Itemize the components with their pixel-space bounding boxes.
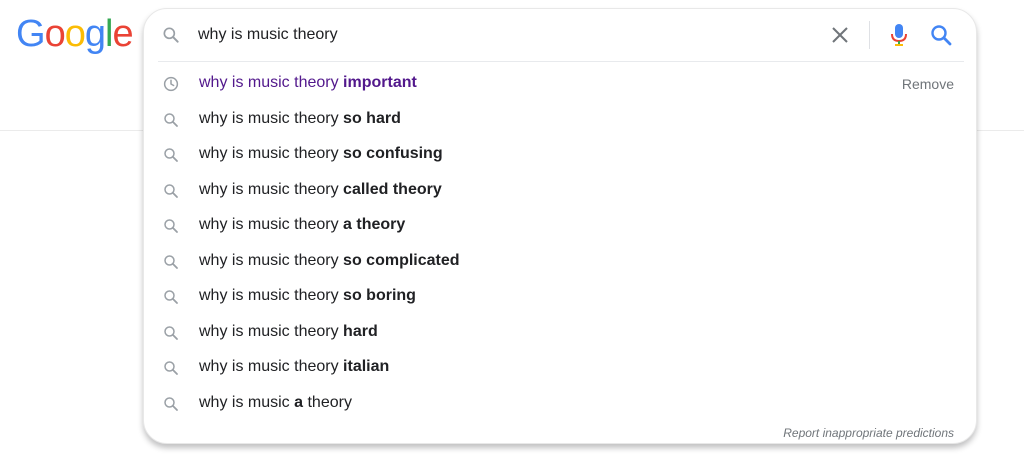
suggestion-item[interactable]: why is music theory so boring [144,279,976,315]
search-icon [164,325,178,340]
search-box: why is music theory important Remove why… [143,8,977,444]
separator [869,21,870,49]
search-icon [164,148,178,162]
search-icon [164,290,178,304]
search-bar [144,9,976,61]
suggestion-text: why is music theory called theory [199,180,442,198]
search-icon [164,396,178,411]
suggestion-item[interactable]: why is music theory italian [144,350,976,386]
logo-letter: o [64,13,86,55]
remove-link[interactable]: Remove [902,76,954,92]
suggestion-item[interactable]: why is music theory so confusing [144,137,976,173]
logo-letter: o [44,13,66,55]
logo-letter: G [16,13,46,55]
search-results-page: Google why is music theory why is music … [0,0,1024,455]
suggestion-item[interactable]: why is music theory so complicated [144,244,976,280]
search-icon [164,254,178,269]
suggestion-item[interactable]: why is music theory so hard [144,102,976,138]
suggestion-text: why is music a theory [199,393,352,411]
suggestion-item[interactable]: why is music a theory [144,386,976,422]
suggestion-text: why is music theory italian [199,358,390,375]
suggestion-item[interactable]: why is music theory hard [144,315,976,351]
suggestion-list: why is music theory important Remove why… [144,66,976,421]
close-icon[interactable] [828,23,852,47]
suggestion-item[interactable]: why is music theory a theory [144,208,976,244]
search-icon [164,112,178,127]
logo-letter: e [112,13,133,55]
search-icon [164,219,178,233]
suggestion-text: why is music theory hard [199,322,378,340]
search-icon [163,27,179,43]
suggestion-text: why is music theory so hard [199,109,401,127]
google-logo[interactable]: Google [16,12,134,56]
search-icon [164,361,178,375]
suggestion-item[interactable]: why is music theory important Remove [144,66,976,102]
microphone-icon[interactable] [887,22,911,48]
suggestion-text: why is music theory important [199,74,417,91]
report-predictions-link[interactable]: Report inappropriate predictions [783,426,954,440]
suggestion-text: why is music theory a theory [199,216,406,233]
suggestion-text: why is music theory so boring [199,287,416,304]
search-icon [164,183,178,198]
search-input[interactable] [198,23,818,47]
suggestion-text: why is music theory so complicated [199,251,460,269]
suggestion-item[interactable]: why is music theory called theory [144,173,976,209]
history-icon [163,76,179,92]
divider [158,61,964,62]
suggestion-text: why is music theory so confusing [199,145,443,162]
search-icon[interactable] [929,23,953,47]
logo-letter: g [84,13,106,55]
